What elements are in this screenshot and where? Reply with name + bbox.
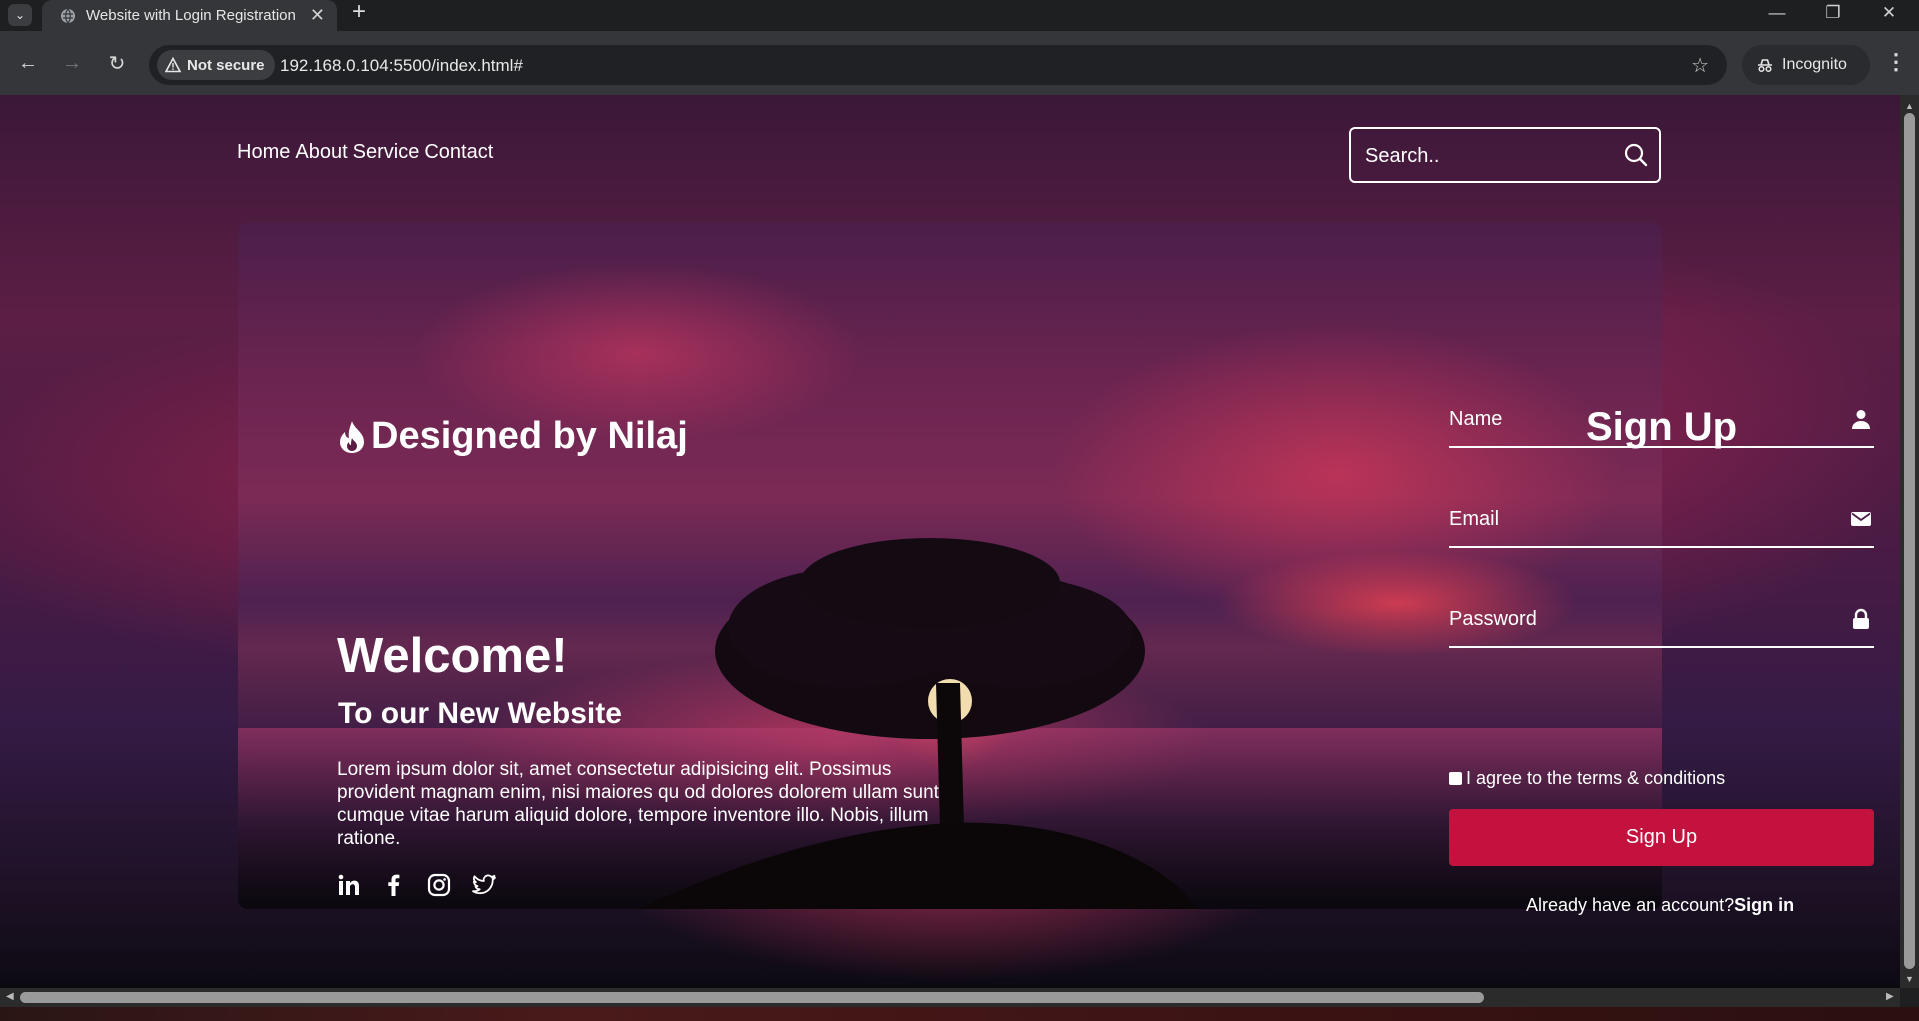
reload-button[interactable]: ↻ [103,49,131,77]
facebook-icon[interactable] [382,873,406,897]
welcome-subtitle: To our New Website [338,697,622,730]
incognito-icon [1758,59,1772,73]
horizontal-scroll-thumb[interactable] [20,992,1484,1003]
welcome-heading: Welcome! [337,629,568,683]
warning-icon [165,57,181,73]
intro-paragraph: Lorem ipsum dolor sit, amet consectetur … [337,759,939,849]
new-tab-button[interactable]: + [352,0,366,27]
page-viewport: Home About Service Contact Designed by N… [0,95,1900,988]
terms-row: I agree to the terms & conditions [1449,768,1725,789]
linkedin-icon[interactable] [337,873,361,897]
top-nav: Home About Service Contact [237,141,493,164]
nav-contact[interactable]: Contact [424,141,493,164]
scroll-left-icon[interactable]: ◀ [6,991,14,1002]
instagram-icon[interactable] [427,873,451,897]
vertical-scroll-thumb[interactable] [1904,113,1915,969]
email-field[interactable]: Email [1449,500,1874,548]
search-box [1349,127,1661,183]
restore-button[interactable]: ❐ [1810,0,1856,25]
password-field[interactable]: Password [1449,600,1874,648]
address-bar[interactable]: Not secure 192.168.0.104:5500/index.html… [149,45,1727,85]
tab-title: Website with Login Registration [86,7,296,24]
nav-about[interactable]: About [295,141,347,164]
back-button[interactable]: ← [14,49,42,77]
tab-close-icon[interactable]: ✕ [310,5,325,26]
person-icon [1852,410,1870,429]
name-field[interactable]: Name [1449,400,1874,448]
taskbar-strip [0,1007,1919,1021]
tree-illustration [638,538,1198,909]
flame-icon [340,420,364,453]
url-text[interactable]: 192.168.0.104:5500/index.html# [280,56,523,76]
search-input[interactable] [1363,141,1617,171]
search-icon[interactable] [1623,142,1649,168]
browser-toolbar: ← → ↻ Not secure 192.168.0.104:5500/inde… [0,31,1919,95]
lock-icon [1853,608,1869,629]
brand-title: Designed by Nilaj [337,415,688,458]
minimize-button[interactable]: — [1754,0,1800,25]
globe-icon [61,8,75,23]
twitter-icon[interactable] [472,873,496,897]
signin-link[interactable]: Sign in [1734,895,1794,915]
brand-text: Designed by Nilaj [371,415,688,457]
tab-strip: ⌄ Website with Login Registration ✕ + — … [0,0,1919,31]
signin-prompt-text: Already have an account? [1526,895,1735,915]
close-window-button[interactable]: ✕ [1866,0,1912,25]
scroll-right-icon[interactable]: ▶ [1886,991,1894,1002]
browser-menu-icon[interactable]: ⋮ [1885,49,1907,75]
nav-service[interactable]: Service [353,141,420,164]
security-chip[interactable]: Not secure [157,50,275,80]
nav-home[interactable]: Home [237,141,290,164]
password-label: Password [1449,608,1537,630]
browser-tab[interactable]: Website with Login Registration ✕ [42,0,337,31]
social-links [337,873,496,897]
email-label: Email [1449,508,1500,530]
name-label: Name [1449,408,1503,430]
bookmark-star-icon[interactable]: ☆ [1691,53,1709,78]
scroll-up-icon[interactable]: ▲ [1905,101,1914,111]
security-label: Not secure [187,56,265,74]
tab-search-button[interactable]: ⌄ [8,4,32,26]
signin-prompt: Already have an account?Sign in [1526,895,1794,916]
scroll-down-icon[interactable]: ▼ [1905,974,1914,984]
forward-button[interactable]: → [58,49,86,77]
incognito-label: Incognito [1782,56,1847,73]
incognito-chip[interactable]: Incognito [1742,45,1870,85]
signup-button[interactable]: Sign Up [1449,809,1874,866]
terms-label: I agree to the terms & conditions [1466,768,1726,788]
envelope-icon [1851,512,1871,526]
terms-checkbox[interactable] [1449,772,1462,785]
vertical-scrollbar[interactable]: ▲ ▼ [1900,95,1919,988]
horizontal-scrollbar[interactable]: ◀ ▶ [0,988,1900,1007]
